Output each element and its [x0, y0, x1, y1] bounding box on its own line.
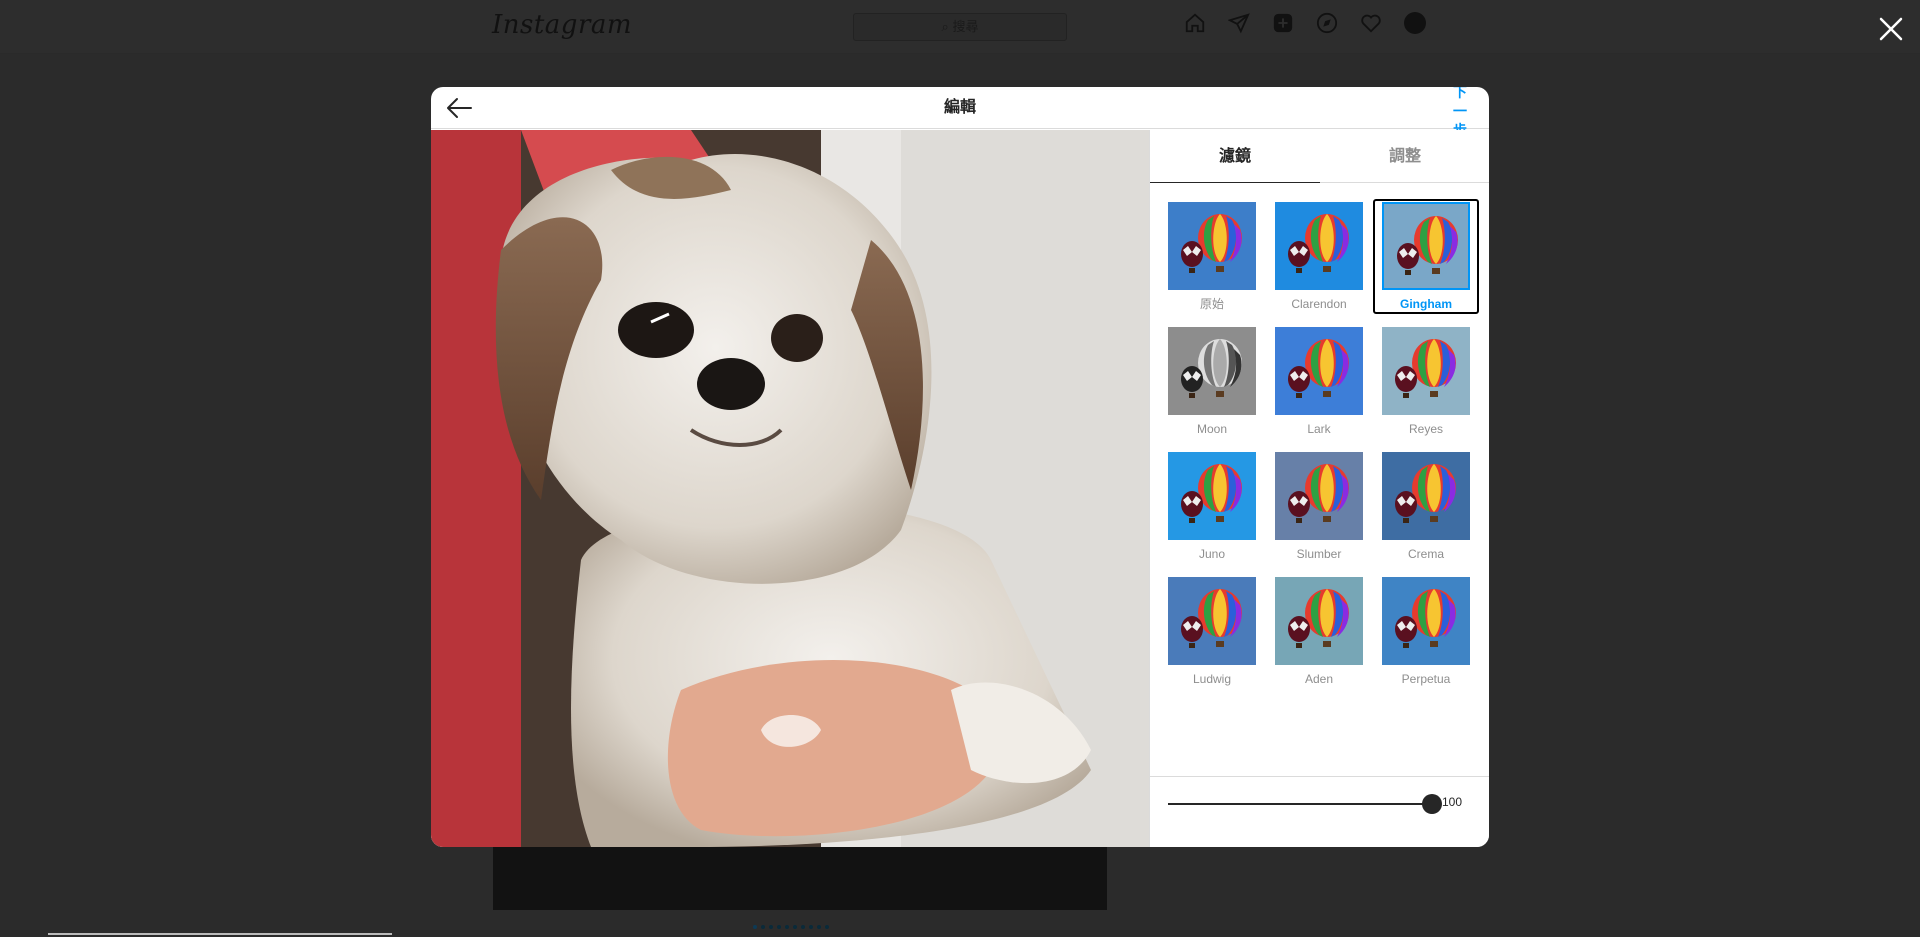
filter-thumbnail — [1382, 327, 1470, 415]
filter-option[interactable]: 原始 — [1168, 202, 1256, 312]
edit-sidebar: 濾鏡 調整 原始 Clarendon Gingham Moon Lark Rey… — [1149, 130, 1489, 847]
modal-title: 編輯 — [943, 99, 976, 116]
filter-thumbnail — [1275, 202, 1363, 290]
filter-option[interactable]: Crema — [1382, 452, 1470, 562]
filter-name: Lark — [1307, 422, 1331, 436]
filter-name: Aden — [1304, 672, 1334, 686]
edit-tabs: 濾鏡 調整 — [1150, 130, 1489, 183]
filter-option[interactable]: Juno — [1168, 452, 1256, 562]
filter-thumbnail — [1168, 577, 1256, 665]
filter-name: Ludwig — [1192, 672, 1232, 686]
filter-thumbnail — [1382, 577, 1470, 665]
filter-option[interactable]: Aden — [1275, 577, 1363, 687]
filter-thumbnail — [1168, 327, 1256, 415]
filter-option[interactable]: Clarendon — [1275, 202, 1363, 312]
filter-thumbnail — [1275, 452, 1363, 540]
filter-option[interactable]: Moon — [1168, 327, 1256, 437]
instagram-logo: Instagram — [492, 10, 633, 40]
close-icon[interactable] — [1877, 15, 1905, 43]
home-icon — [1184, 12, 1206, 34]
search-input: ⌕ 搜尋 — [853, 13, 1067, 41]
filter-option[interactable]: Reyes — [1382, 327, 1470, 437]
intensity-slider: 100 — [1150, 776, 1489, 847]
filter-name: Clarendon — [1291, 297, 1347, 311]
filter-option[interactable]: Slumber — [1275, 452, 1363, 562]
filter-name: Slumber — [1296, 547, 1342, 561]
slider-value: 100 — [1442, 795, 1463, 809]
filter-thumbnail — [1382, 202, 1470, 290]
tab-adjust[interactable]: 調整 — [1320, 130, 1489, 183]
progress-bar — [48, 933, 392, 935]
filter-option[interactable]: Gingham — [1373, 199, 1479, 314]
filter-name: 原始 — [1199, 297, 1224, 311]
slider-track[interactable] — [1168, 803, 1432, 805]
filter-name: Juno — [1198, 547, 1226, 561]
filter-option[interactable]: Lark — [1275, 327, 1363, 437]
filter-grid: 原始 Clarendon Gingham Moon Lark Reyes Jun… — [1168, 199, 1480, 687]
heart-icon — [1360, 12, 1382, 34]
filter-thumbnail — [1275, 327, 1363, 415]
photo-preview — [431, 130, 1149, 847]
direct-icon — [1227, 12, 1250, 34]
filter-name: Moon — [1196, 422, 1228, 436]
filter-option[interactable]: Perpetua — [1382, 577, 1470, 687]
filter-name: Perpetua — [1401, 672, 1451, 686]
carousel-dots — [753, 925, 829, 929]
filter-thumbnail — [1382, 452, 1470, 540]
background-top-bar: Instagram ⌕ 搜尋 — [0, 0, 1920, 54]
filter-name: Crema — [1407, 547, 1444, 561]
modal-header: 編輯 下一步 — [431, 87, 1489, 138]
explore-icon — [1316, 12, 1338, 34]
filter-thumbnail — [1275, 577, 1363, 665]
avatar — [1404, 12, 1426, 34]
filter-name: Gingham — [1399, 297, 1452, 311]
edit-modal: 編輯 下一步 — [431, 87, 1489, 847]
filter-option[interactable]: Ludwig — [1168, 577, 1256, 687]
tab-filters[interactable]: 濾鏡 — [1150, 130, 1320, 183]
filter-thumbnail — [1168, 452, 1256, 540]
filter-name: Reyes — [1408, 422, 1443, 436]
slider-thumb[interactable] — [1422, 794, 1442, 814]
new-post-icon — [1272, 12, 1294, 34]
background-post-image — [493, 845, 1107, 910]
top-nav — [1184, 12, 1426, 34]
filter-thumbnail — [1168, 202, 1256, 290]
